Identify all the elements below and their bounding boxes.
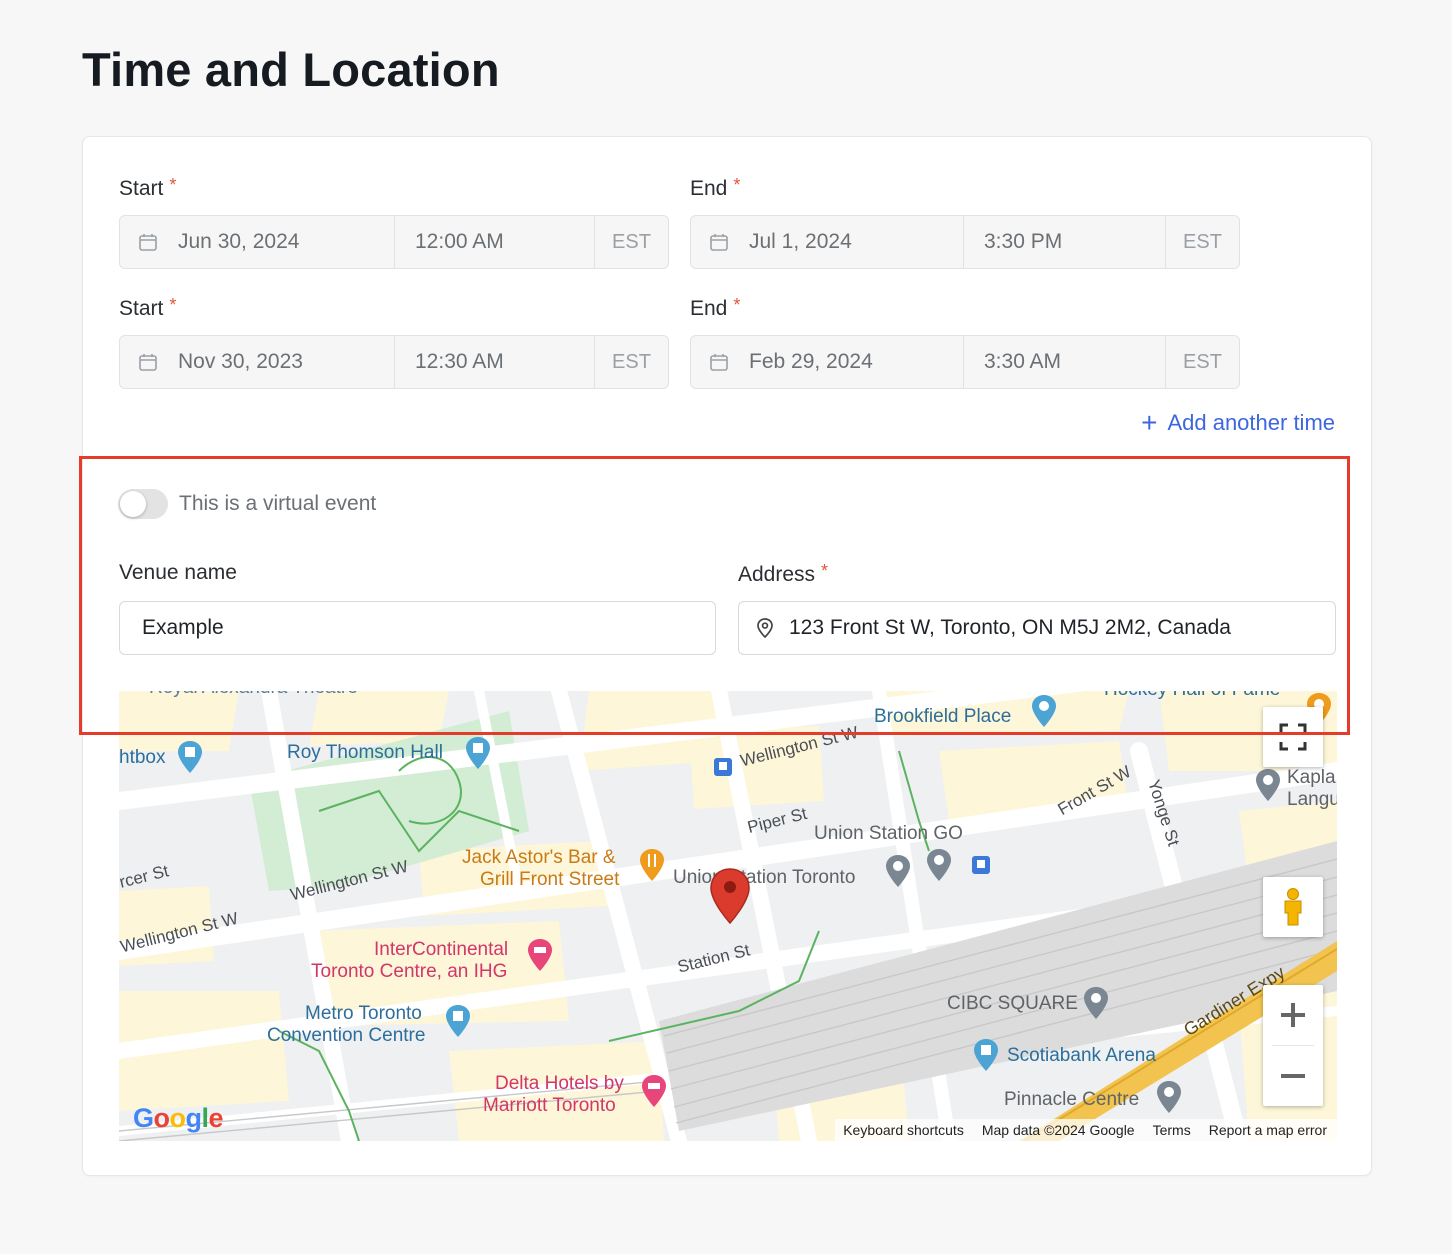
calendar-icon bbox=[139, 354, 157, 371]
calendar-icon bbox=[710, 234, 728, 251]
terms-link[interactable]: Terms bbox=[1153, 1122, 1191, 1138]
start-timezone-1: EST bbox=[612, 230, 651, 253]
map-label-delta-1: Delta Hotels by bbox=[495, 1073, 624, 1094]
page-title: Time and Location bbox=[82, 43, 500, 96]
start-label-1: Start * bbox=[119, 175, 177, 200]
google-logo: Google bbox=[133, 1103, 224, 1133]
keyboard-shortcuts-link[interactable]: Keyboard shortcuts bbox=[843, 1122, 964, 1138]
map-label-metro-2: Convention Centre bbox=[267, 1025, 426, 1046]
fullscreen-button[interactable] bbox=[1263, 707, 1323, 767]
poi-pin-icon[interactable] bbox=[463, 735, 493, 771]
poi-pin-icon[interactable] bbox=[1253, 767, 1283, 803]
map-label-hockey: Hockey Hall of Fame bbox=[1104, 691, 1280, 701]
poi-pin-icon[interactable] bbox=[971, 1037, 1001, 1073]
add-another-time-link[interactable]: + Add another time bbox=[1141, 409, 1335, 437]
restaurant-pin-icon[interactable] bbox=[637, 847, 667, 883]
start-date-field-2[interactable]: Nov 30, 2023 bbox=[120, 336, 395, 388]
report-map-error-link[interactable]: Report a map error bbox=[1209, 1122, 1327, 1138]
poi-pin-icon[interactable] bbox=[883, 853, 913, 889]
start-datetime-2: Nov 30, 2023 12:30 AM EST bbox=[119, 335, 669, 389]
address-label: Address * bbox=[738, 561, 829, 586]
end-label-1: End * bbox=[690, 175, 741, 200]
end-label-2: End * bbox=[690, 295, 741, 320]
end-time-field-1[interactable]: 3:30 PM bbox=[964, 216, 1166, 268]
location-marker-icon[interactable] bbox=[709, 867, 751, 925]
map-label-cibc: CIBC SQUARE bbox=[947, 993, 1078, 1014]
end-date-field-1[interactable]: Jul 1, 2024 bbox=[691, 216, 964, 268]
venue-name-input[interactable]: Example bbox=[119, 601, 716, 655]
start-datetime-1: Jun 30, 2024 12:00 AM EST bbox=[119, 215, 669, 269]
hotel-pin-icon[interactable] bbox=[639, 1073, 669, 1109]
map-label-intercontinental-1: InterContinental bbox=[374, 939, 509, 960]
address-value: 123 Front St W, Toronto, ON M5J 2M2, Can… bbox=[789, 616, 1231, 639]
start-time-field-2[interactable]: 12:30 AM bbox=[395, 336, 595, 388]
map-label-pinnacle: Pinnacle Centre bbox=[1004, 1089, 1140, 1110]
start-label-2: Start * bbox=[119, 295, 177, 320]
location-pin-icon bbox=[757, 618, 773, 639]
virtual-event-label: This is a virtual event bbox=[179, 492, 377, 515]
time-location-card: Start * End * Jun 30, 2024 12:00 AM EST Ju… bbox=[82, 136, 1372, 1176]
map-label-royal-alex: Royal Alexandra Theatre bbox=[149, 691, 358, 699]
end-time-field-2[interactable]: 3:30 AM bbox=[964, 336, 1166, 388]
map-label-scotiabank: Scotiabank Arena bbox=[1007, 1045, 1156, 1066]
map-label-intercontinental-2: Toronto Centre, an IHG bbox=[311, 961, 508, 982]
map-label-metro-1: Metro Toronto bbox=[305, 1003, 422, 1024]
map-label-delta-2: Marriott Toronto bbox=[483, 1095, 616, 1116]
map-label-kaplan-1: Kapla bbox=[1287, 767, 1336, 788]
hotel-pin-icon[interactable] bbox=[525, 937, 555, 973]
poi-pin-icon[interactable] bbox=[443, 1003, 473, 1039]
end-timezone-2: EST bbox=[1183, 350, 1222, 373]
minus-icon bbox=[1281, 1074, 1305, 1078]
plus-icon bbox=[1281, 1003, 1305, 1027]
map-label-union-go: Union Station GO bbox=[814, 823, 963, 844]
venue-name-label: Venue name bbox=[119, 561, 237, 584]
plus-icon: + bbox=[1141, 407, 1158, 438]
venue-name-value: Example bbox=[142, 616, 224, 639]
transit-icon bbox=[972, 856, 990, 874]
end-datetime-2: Feb 29, 2024 3:30 AM EST bbox=[690, 335, 1240, 389]
end-timezone-1: EST bbox=[1183, 230, 1222, 253]
start-date-field-1[interactable]: Jun 30, 2024 bbox=[120, 216, 395, 268]
map-label-jack-astors-1: Jack Astor's Bar & bbox=[462, 847, 616, 868]
add-another-time-label: Add another time bbox=[1167, 410, 1335, 435]
zoom-in-button[interactable] bbox=[1263, 985, 1323, 1045]
street-view-button[interactable] bbox=[1263, 877, 1323, 937]
fullscreen-icon bbox=[1279, 723, 1307, 751]
map-label-lightbox: htbox bbox=[119, 747, 166, 768]
end-date-field-2[interactable]: Feb 29, 2024 bbox=[691, 336, 964, 388]
map-label-union: Union Station Toronto bbox=[673, 867, 856, 888]
poi-pin-icon[interactable] bbox=[924, 847, 954, 883]
map-label-kaplan-2: Langu bbox=[1287, 789, 1337, 810]
map-label-brookfield: Brookfield Place bbox=[874, 706, 1012, 727]
calendar-icon bbox=[139, 234, 157, 251]
virtual-event-toggle[interactable] bbox=[118, 489, 168, 519]
end-datetime-1: Jul 1, 2024 3:30 PM EST bbox=[690, 215, 1240, 269]
map-label-jack-astors-2: Grill Front Street bbox=[480, 869, 620, 890]
poi-pin-icon[interactable] bbox=[1154, 1079, 1184, 1115]
start-time-field-1[interactable]: 12:00 AM bbox=[395, 216, 595, 268]
transit-icon bbox=[714, 758, 732, 776]
map-view[interactable]: Royal Alexandra Theatre htbox Roy Thomso… bbox=[119, 691, 1337, 1141]
toggle-knob bbox=[120, 491, 146, 517]
map-attribution: Keyboard shortcuts Map data ©2024 Google… bbox=[835, 1119, 1337, 1141]
poi-pin-icon[interactable] bbox=[1081, 985, 1111, 1021]
zoom-control bbox=[1263, 985, 1323, 1106]
calendar-icon bbox=[710, 354, 728, 371]
start-timezone-2: EST bbox=[612, 350, 651, 373]
pegman-icon bbox=[1284, 888, 1302, 926]
address-input[interactable]: 123 Front St W, Toronto, ON M5J 2M2, Can… bbox=[738, 601, 1336, 655]
map-data-text: Map data ©2024 Google bbox=[981, 1122, 1135, 1138]
poi-pin-icon[interactable] bbox=[175, 739, 205, 775]
poi-pin-icon[interactable] bbox=[1029, 693, 1059, 729]
zoom-out-button[interactable] bbox=[1263, 1046, 1323, 1106]
map-label-roy-thomson: Roy Thomson Hall bbox=[287, 742, 443, 763]
